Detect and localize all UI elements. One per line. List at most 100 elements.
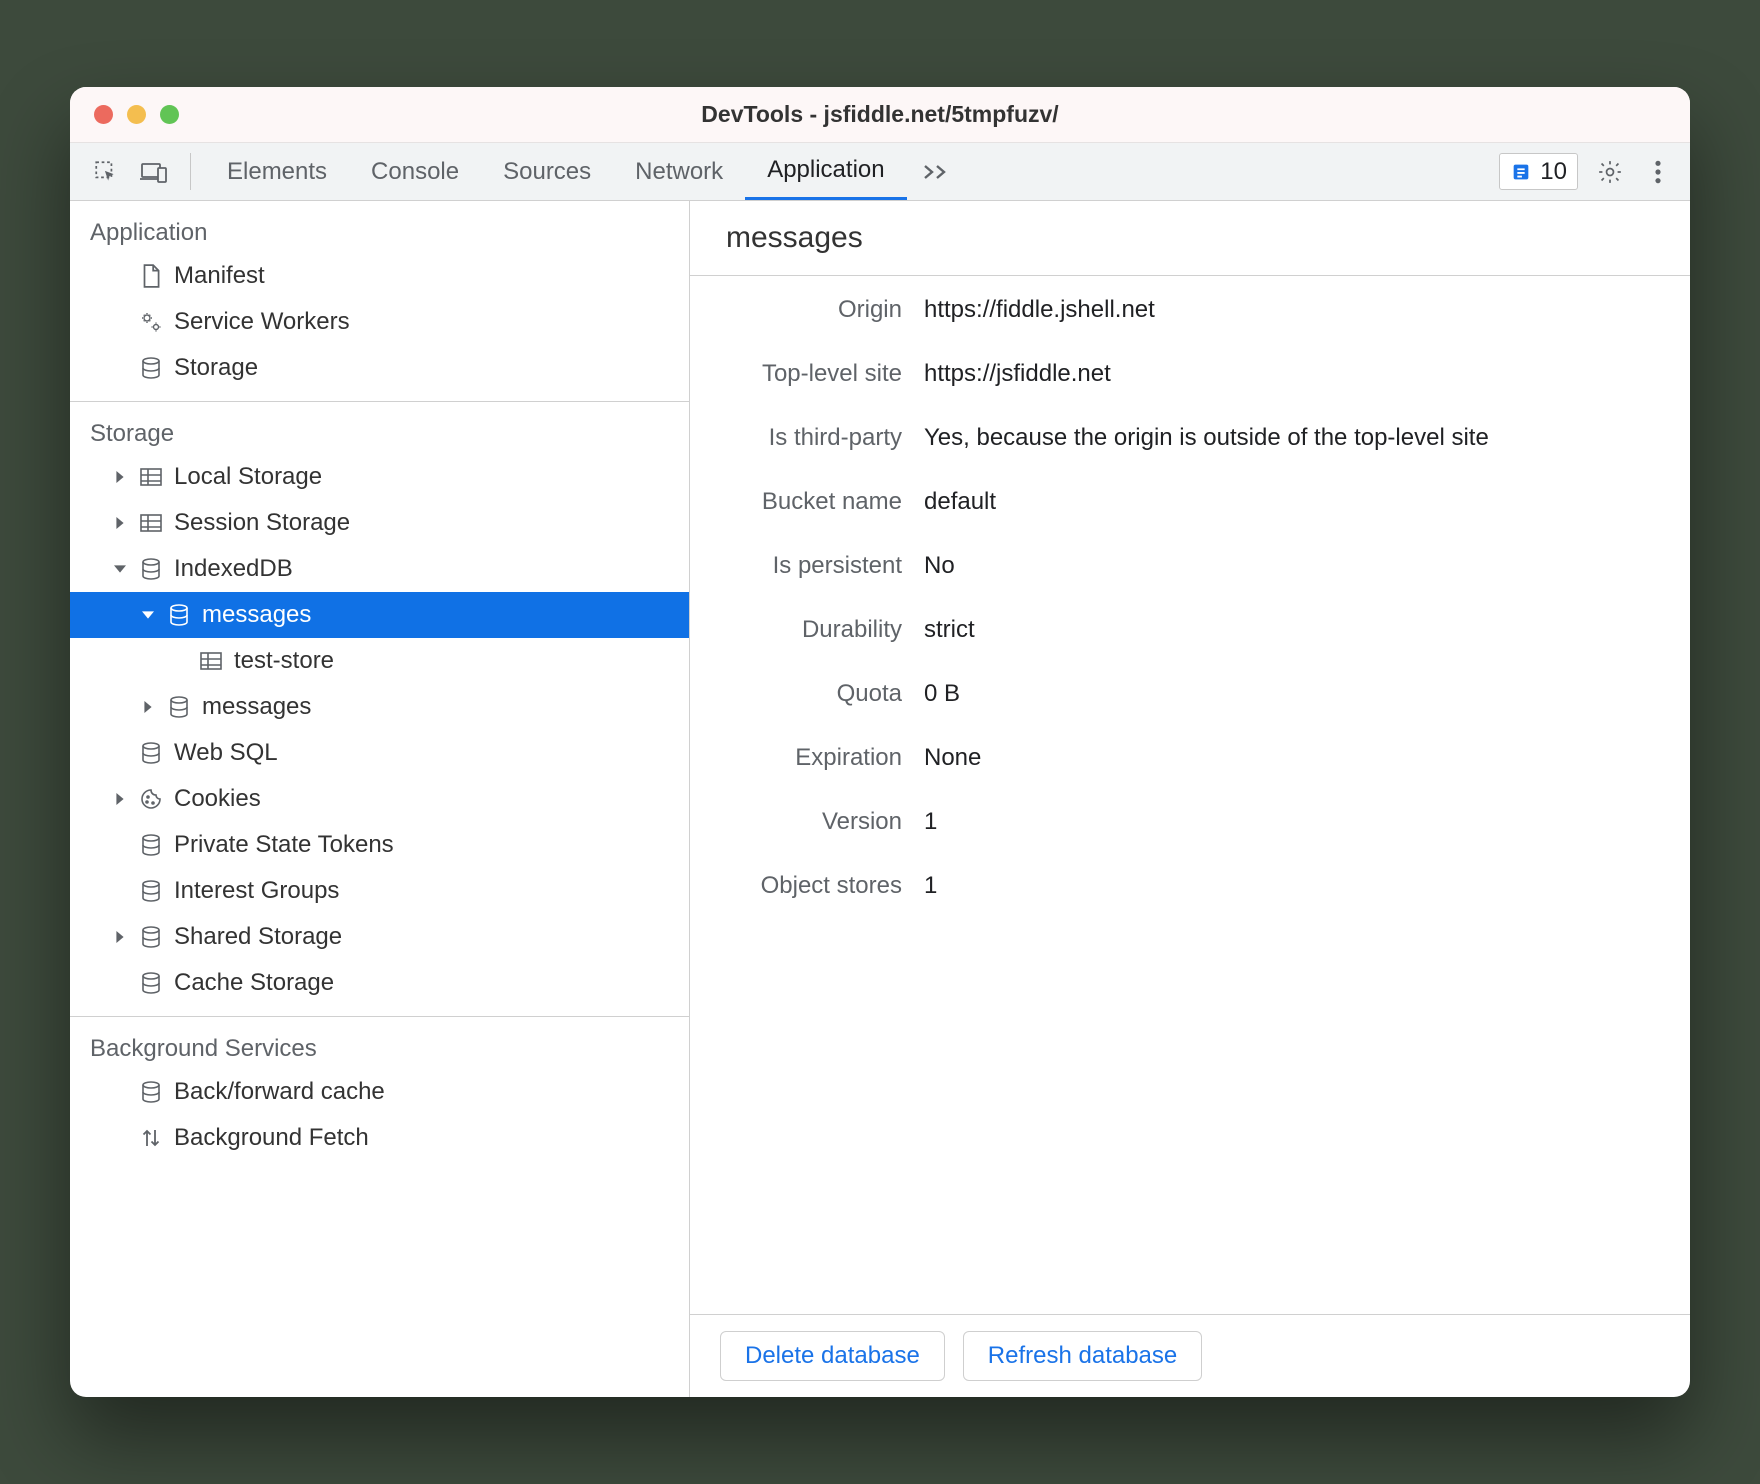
panel-tabs: Elements Console Sources Network Applica… [205, 143, 907, 200]
sidebar-item-service-workers[interactable]: Service Workers [70, 299, 689, 345]
divider [190, 153, 191, 190]
detail-value: 1 [924, 872, 1660, 900]
chevron-right-icon [112, 517, 128, 529]
close-window-button[interactable] [94, 105, 113, 124]
sidebar-item-storage[interactable]: Storage [70, 345, 689, 391]
label: IndexedDB [174, 555, 293, 583]
chevron-down-icon [140, 609, 156, 621]
issues-badge[interactable]: 10 [1499, 153, 1578, 190]
detail-value: https://fiddle.jshell.net [924, 296, 1660, 324]
database-icon [138, 925, 164, 949]
database-heading: messages [690, 201, 1690, 276]
database-icon [166, 603, 192, 627]
database-icon [138, 741, 164, 765]
detail-key: Version [690, 808, 924, 836]
cookie-icon [138, 787, 164, 811]
tab-console[interactable]: Console [349, 143, 481, 200]
section-application: Application Manifest Service Workers [70, 201, 689, 402]
label: Interest Groups [174, 877, 339, 905]
table-icon [198, 651, 224, 671]
detail-row: Version1 [690, 808, 1660, 836]
database-icon [138, 879, 164, 903]
label: Service Workers [174, 308, 350, 336]
label: Private State Tokens [174, 831, 394, 859]
detail-value: No [924, 552, 1660, 580]
minimize-window-button[interactable] [127, 105, 146, 124]
window-title: DevTools - jsfiddle.net/5tmpfuzv/ [70, 101, 1690, 128]
detail-key: Is persistent [690, 552, 924, 580]
sidebar-item-interest-groups[interactable]: Interest Groups [70, 868, 689, 914]
tab-network[interactable]: Network [613, 143, 745, 200]
devtools-window: DevTools - jsfiddle.net/5tmpfuzv/ Elemen… [70, 87, 1690, 1397]
detail-key: Durability [690, 616, 924, 644]
label: test-store [234, 647, 334, 675]
sidebar-item-manifest[interactable]: Manifest [70, 253, 689, 299]
sidebar-item-session-storage[interactable]: Session Storage [70, 500, 689, 546]
label: Session Storage [174, 509, 350, 537]
kebab-menu-icon[interactable] [1636, 143, 1680, 200]
label: messages [202, 693, 311, 721]
chevron-down-icon [112, 563, 128, 575]
device-toolbar-icon[interactable] [132, 143, 176, 200]
detail-row: Top-level sitehttps://jsfiddle.net [690, 360, 1660, 388]
issues-count: 10 [1540, 158, 1567, 186]
sidebar-item-shared-storage[interactable]: Shared Storage [70, 914, 689, 960]
database-icon [138, 356, 164, 380]
delete-database-button[interactable]: Delete database [720, 1331, 945, 1381]
database-details: Originhttps://fiddle.jshell.net Top-level… [690, 276, 1690, 1314]
chevron-right-icon [112, 931, 128, 943]
sidebar-item-idb-messages-selected[interactable]: messages [70, 592, 689, 638]
maximize-window-button[interactable] [160, 105, 179, 124]
detail-row: Durabilitystrict [690, 616, 1660, 644]
label: Background Fetch [174, 1124, 369, 1152]
sidebar-item-idb-messages2[interactable]: messages [70, 684, 689, 730]
sidebar-item-cookies[interactable]: Cookies [70, 776, 689, 822]
section-title-storage: Storage [70, 420, 689, 454]
settings-icon[interactable] [1588, 143, 1632, 200]
sidebar-item-local-storage[interactable]: Local Storage [70, 454, 689, 500]
table-icon [138, 467, 164, 487]
tab-elements[interactable]: Elements [205, 143, 349, 200]
sidebar-item-idb-teststore[interactable]: test-store [70, 638, 689, 684]
sidebar-item-indexeddb[interactable]: IndexedDB [70, 546, 689, 592]
detail-value: 1 [924, 808, 1660, 836]
chevron-right-icon [112, 471, 128, 483]
sidebar-item-websql[interactable]: Web SQL [70, 730, 689, 776]
detail-value: None [924, 744, 1660, 772]
detail-key: Bucket name [690, 488, 924, 516]
more-tabs-icon[interactable] [911, 143, 961, 200]
sidebar-item-background-fetch[interactable]: Background Fetch [70, 1115, 689, 1161]
detail-key: Object stores [690, 872, 924, 900]
label: Back/forward cache [174, 1078, 385, 1106]
sidebar-item-bf-cache[interactable]: Back/forward cache [70, 1069, 689, 1115]
detail-row: Is persistentNo [690, 552, 1660, 580]
label: Cookies [174, 785, 261, 813]
toolbar: Elements Console Sources Network Applica… [70, 143, 1690, 201]
titlebar: DevTools - jsfiddle.net/5tmpfuzv/ [70, 87, 1690, 143]
label: Cache Storage [174, 969, 334, 997]
sidebar-item-cache-storage[interactable]: Cache Storage [70, 960, 689, 1006]
main-panel: messages Originhttps://fiddle.jshell.net… [690, 201, 1690, 1397]
detail-key: Expiration [690, 744, 924, 772]
gears-icon [138, 310, 164, 334]
detail-key: Top-level site [690, 360, 924, 388]
inspect-element-icon[interactable] [84, 143, 128, 200]
section-title-bg: Background Services [70, 1035, 689, 1069]
content-area: Application Manifest Service Workers [70, 201, 1690, 1397]
sidebar-item-private-state-tokens[interactable]: Private State Tokens [70, 822, 689, 868]
tab-application[interactable]: Application [745, 143, 906, 200]
section-background-services: Background Services Back/forward cache B… [70, 1017, 689, 1171]
database-icon [138, 1080, 164, 1104]
detail-row: Quota0 B [690, 680, 1660, 708]
detail-key: Quota [690, 680, 924, 708]
detail-value: default [924, 488, 1660, 516]
section-storage: Storage Local Storage Session Storage [70, 402, 689, 1017]
detail-row: ExpirationNone [690, 744, 1660, 772]
detail-value: strict [924, 616, 1660, 644]
detail-row: Originhttps://fiddle.jshell.net [690, 296, 1660, 324]
tab-sources[interactable]: Sources [481, 143, 613, 200]
label: Shared Storage [174, 923, 342, 951]
label: Manifest [174, 262, 265, 290]
detail-row: Object stores1 [690, 872, 1660, 900]
refresh-database-button[interactable]: Refresh database [963, 1331, 1202, 1381]
